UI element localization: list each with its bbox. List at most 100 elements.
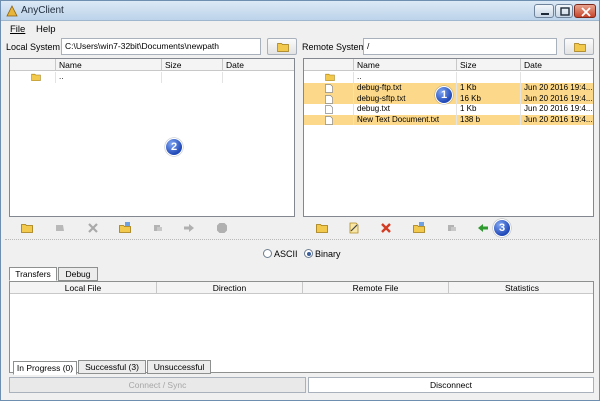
ascii-radio[interactable]: ASCII [263,249,298,259]
local-name-column-header[interactable]: Name [55,59,161,71]
stop-icon [217,223,227,233]
local-list-header: Name Size Date [10,59,294,71]
remote-icon-column-header [304,59,353,71]
local-date-column-header[interactable]: Date [222,59,294,71]
minimize-icon [541,13,549,15]
remote-properties-button[interactable] [412,221,426,235]
document-icon [325,115,333,125]
menu-bar: File Help [1,22,599,37]
rename-icon [349,222,359,234]
file-date: Jun 20 2016 19:4... [520,114,593,125]
local-system-label: Local System [6,42,61,52]
refresh-icon [448,225,456,231]
file-date: Jun 20 2016 19:4... [520,93,593,104]
arrow-left-icon [478,224,488,232]
maximize-icon [560,7,570,16]
local-file-column-header[interactable]: Local File [10,282,156,294]
download-button[interactable] [476,221,490,235]
tab-successful[interactable]: Successful (3) [78,360,146,374]
file-name: .. [55,72,161,83]
file-size: 16 Kb [456,93,520,104]
remote-date-column-header[interactable]: Date [520,59,593,71]
new-folder-icon [21,224,33,233]
remote-refresh-button[interactable] [445,221,459,235]
remote-file-column-header[interactable]: Remote File [302,282,448,294]
new-folder-icon [316,224,328,233]
new-folder-button[interactable] [20,221,34,235]
binary-radio[interactable]: Binary [304,249,341,259]
table-row[interactable]: New Text Document.txt 138 b Jun 20 2016 … [304,114,593,125]
callout-badge-2: 2 [165,138,183,156]
file-date [222,72,294,83]
tab-unsuccessful[interactable]: Unsuccessful [147,360,211,374]
properties-icon [119,222,131,233]
close-icon [581,7,591,17]
refresh-button[interactable] [151,221,165,235]
menu-help[interactable]: Help [36,24,56,35]
delete-icon [381,223,391,233]
remote-name-column-header[interactable]: Name [353,59,456,71]
statistics-column-header[interactable]: Statistics [448,282,595,294]
document-icon [325,105,333,114]
minimize-button[interactable] [534,4,554,18]
rename-icon [56,225,64,231]
tab-debug[interactable]: Debug [58,267,98,281]
local-browse-button[interactable] [267,38,297,55]
app-icon [6,5,18,17]
menu-file[interactable]: File [10,24,25,35]
callout-badge-3: 3 [493,219,511,237]
remote-path-input[interactable]: / [363,38,557,55]
radio-checked-icon [304,249,313,258]
remote-browse-button[interactable] [564,38,594,55]
file-date: Jun 20 2016 19:4... [520,83,593,94]
close-button[interactable] [574,4,596,18]
file-name: debug.txt [353,104,456,115]
table-row[interactable]: .. [304,72,593,83]
disconnect-button[interactable]: Disconnect [308,377,594,393]
folder-icon [325,73,335,81]
window-title: AnyClient [21,5,64,16]
transfer-list-header: Local File Direction Remote File Statist… [10,282,593,294]
remote-delete-button[interactable] [379,221,393,235]
local-size-column-header[interactable]: Size [161,59,222,71]
connect-sync-button[interactable]: Connect / Sync [9,377,306,393]
local-path-input[interactable]: C:\Users\win7-32bit\Documents\newpath [61,38,261,55]
file-size [161,72,222,83]
file-size [456,72,520,83]
stop-button[interactable] [215,221,229,235]
table-row[interactable]: debug.txt 1 Kb Jun 20 2016 19:4... [304,104,593,115]
file-date: Jun 20 2016 19:4... [520,104,593,115]
maximize-button[interactable] [555,4,573,18]
file-size: 1 Kb [456,83,520,94]
document-icon [325,84,333,93]
tab-in-progress[interactable]: In Progress (0) [13,361,77,375]
remote-rename-button[interactable] [347,221,361,235]
delete-button[interactable] [86,221,100,235]
anyclient-window: AnyClient File Help Local System C:\User… [0,0,600,401]
ascii-label: ASCII [274,249,298,259]
table-row[interactable]: .. [10,72,294,83]
arrow-right-icon [184,224,194,232]
remote-new-folder-button[interactable] [315,221,329,235]
direction-column-header[interactable]: Direction [156,282,302,294]
folder-icon [574,43,586,52]
properties-icon [413,222,425,233]
rename-button[interactable] [53,221,67,235]
file-size: 138 b [456,114,520,125]
upload-button[interactable] [182,221,196,235]
remote-size-column-header[interactable]: Size [456,59,520,71]
file-date [520,72,593,83]
title-bar: AnyClient [1,1,599,21]
toolbar-separator [5,239,597,240]
tab-transfers[interactable]: Transfers [9,267,57,281]
remote-file-list[interactable]: Name Size Date .. debug-ftp.txt 1 Kb Jun… [303,58,594,217]
folder-icon [31,73,41,81]
callout-badge-1: 1 [435,86,453,104]
remote-system-label: Remote System [302,42,367,52]
file-name: .. [353,72,456,83]
document-icon [325,94,333,104]
local-file-list[interactable]: Name Size Date .. 2 [9,58,295,217]
properties-button[interactable] [118,221,132,235]
remote-list-header: Name Size Date [304,59,593,71]
radio-unchecked-icon [263,249,272,258]
